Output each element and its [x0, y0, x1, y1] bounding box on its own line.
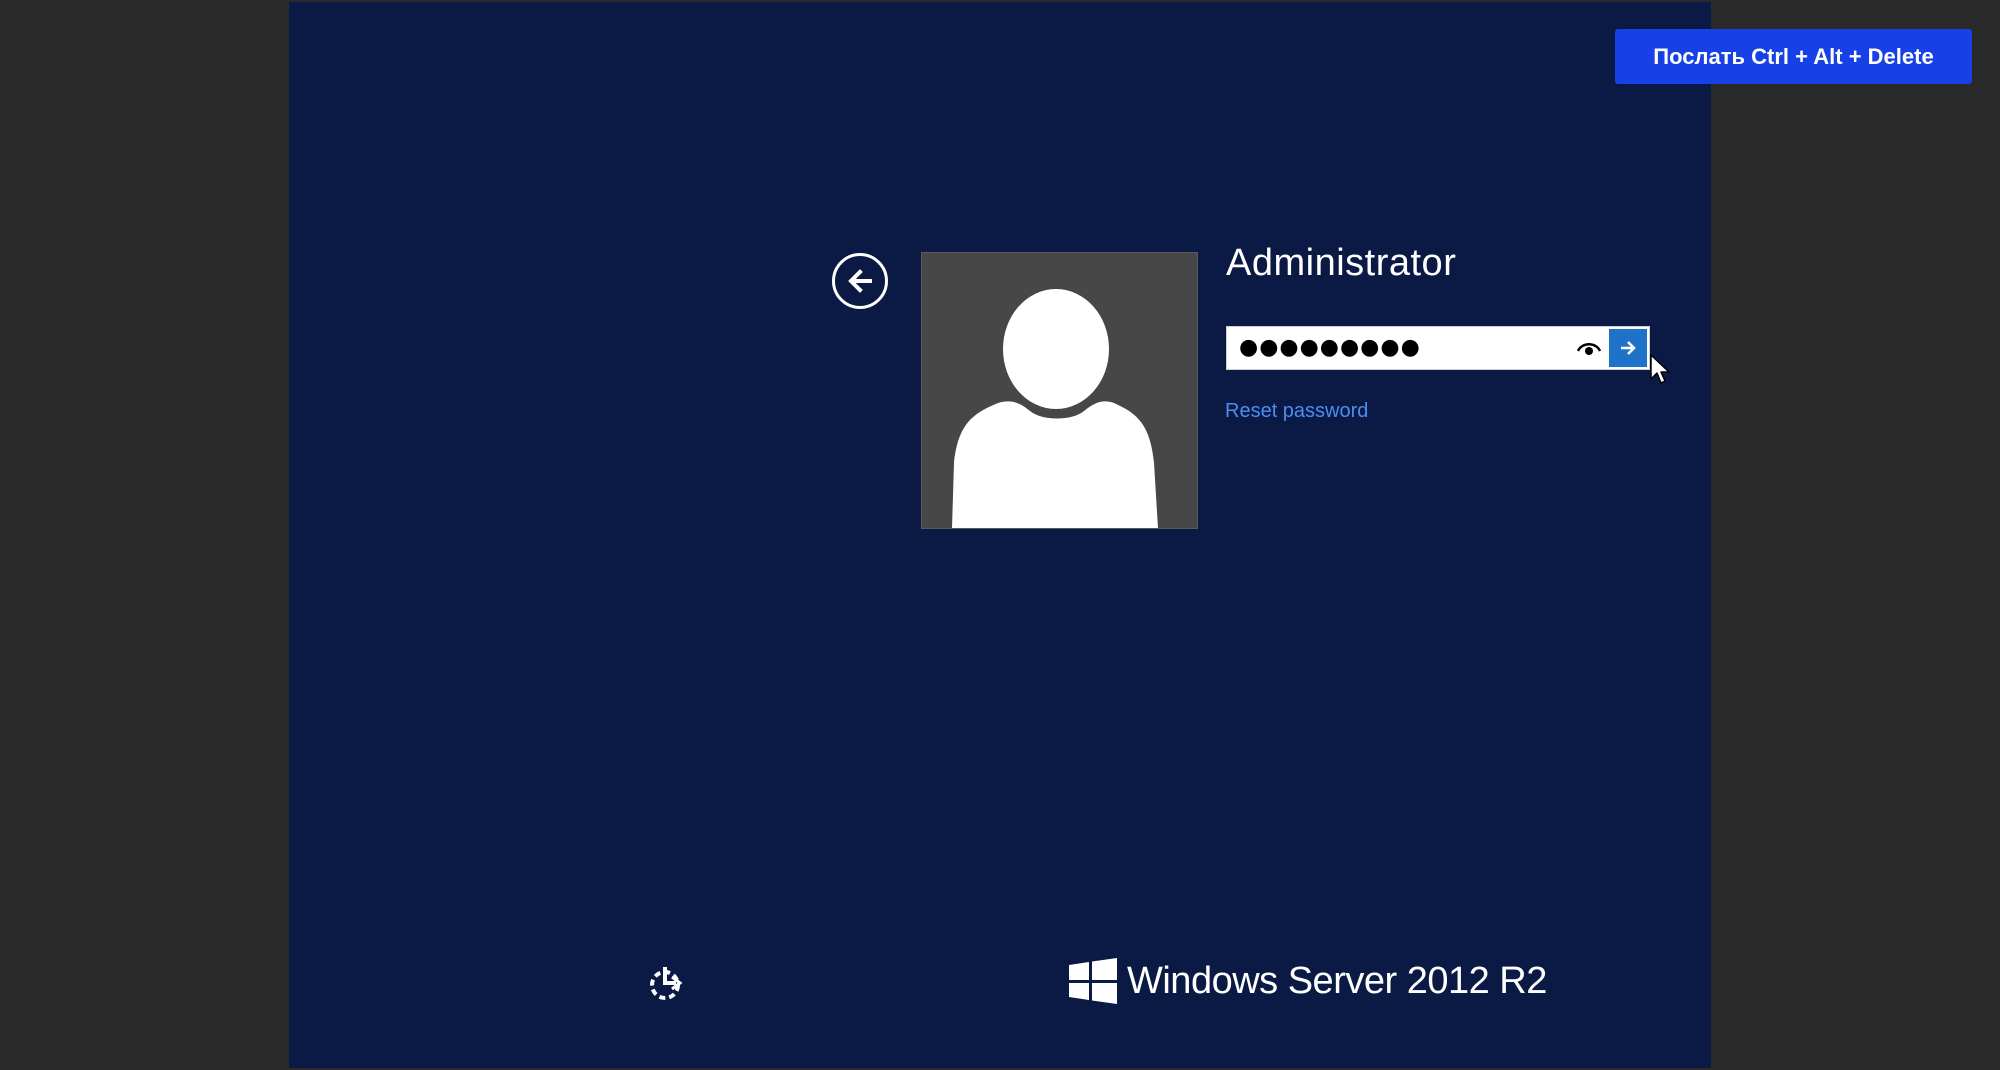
mouse-cursor-icon [1650, 354, 1670, 384]
send-ctrl-alt-delete-button[interactable]: Послать Ctrl + Alt + Delete [1615, 29, 1972, 84]
back-button[interactable] [832, 253, 888, 309]
user-silhouette-icon [952, 289, 1158, 528]
windows-login-screen: Administrator ●●●●●●●●● Reset password W… [289, 2, 1711, 1068]
password-input[interactable]: ●●●●●●●●● [1239, 327, 1559, 369]
eye-icon [1577, 343, 1601, 355]
arrow-right-icon [1621, 341, 1636, 355]
user-avatar [921, 252, 1198, 529]
reset-password-link[interactable]: Reset password [1225, 400, 1368, 423]
windows-server-brand: Windows Server 2012 R2 [1069, 958, 1547, 1004]
brand-text: Windows Server 2012 R2 [1127, 959, 1547, 1002]
reveal-password-button[interactable] [1567, 327, 1611, 369]
submit-button[interactable] [1609, 329, 1647, 367]
back-arrow-icon [848, 269, 872, 293]
ease-of-access-icon [650, 967, 683, 1000]
ease-of-access-button[interactable] [644, 964, 688, 1004]
windows-logo-icon [1069, 958, 1117, 1004]
username-label: Administrator [1226, 242, 1457, 284]
remote-console-page: Administrator ●●●●●●●●● Reset password W… [0, 0, 2000, 1070]
password-field[interactable]: ●●●●●●●●● [1226, 326, 1650, 370]
